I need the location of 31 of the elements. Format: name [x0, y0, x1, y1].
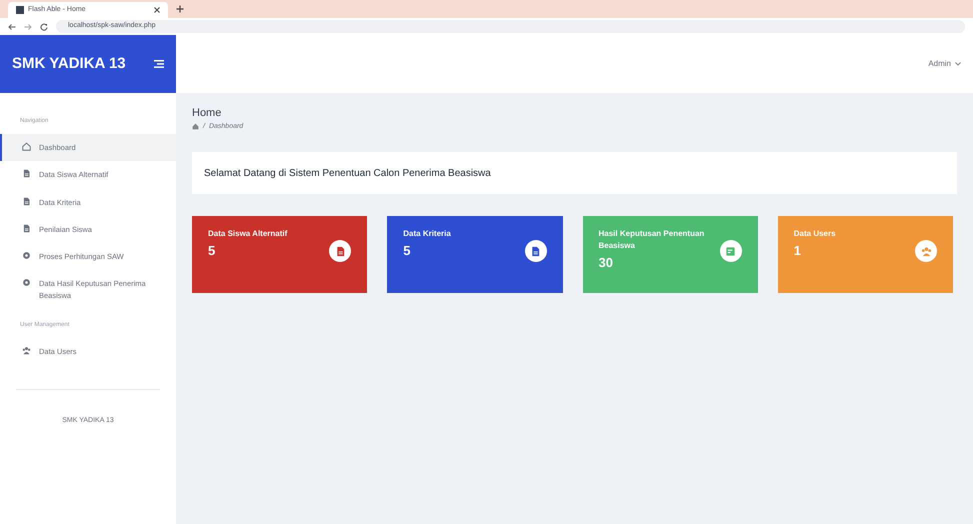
home-icon — [22, 142, 31, 151]
card-value: 1 — [794, 242, 802, 260]
welcome-text: Selamat Datang di Sistem Penentuan Calon Penerima Beasiswa — [204, 166, 491, 180]
card-title: Data Kriteria — [403, 228, 452, 240]
card-title: Data Users — [794, 228, 837, 240]
user-menu[interactable]: Admin — [928, 58, 961, 70]
close-icon[interactable] — [154, 7, 160, 13]
card-title: Hasil Keputusan Penentuan Beasiswa — [598, 228, 706, 252]
users-icon — [920, 246, 932, 256]
list-icon — [725, 246, 736, 256]
back-icon[interactable] — [8, 22, 16, 30]
stat-card[interactable]: Data Siswa Alternatif 5 — [192, 216, 368, 293]
menu-icon[interactable] — [154, 60, 164, 68]
document-icon — [334, 246, 346, 256]
document-icon — [22, 169, 31, 178]
stat-card[interactable]: Data Kriteria 5 — [387, 216, 562, 293]
card-value: 30 — [598, 254, 614, 272]
new-tab-icon[interactable] — [176, 5, 184, 13]
card-value: 5 — [403, 242, 412, 260]
card-value: 5 — [208, 242, 216, 260]
chevron-down-icon — [955, 62, 961, 66]
brand-title: SMK YADIKA 13 — [12, 54, 126, 74]
page-icon — [16, 6, 24, 14]
reload-icon[interactable] — [40, 22, 48, 30]
document-icon — [530, 246, 541, 256]
document-icon — [22, 196, 31, 206]
document-icon — [22, 224, 31, 233]
users-icon — [22, 346, 31, 355]
home-icon[interactable] — [192, 123, 199, 130]
card-title: Data Siswa Alternatif — [208, 228, 288, 240]
page-title: Home — [192, 106, 222, 121]
